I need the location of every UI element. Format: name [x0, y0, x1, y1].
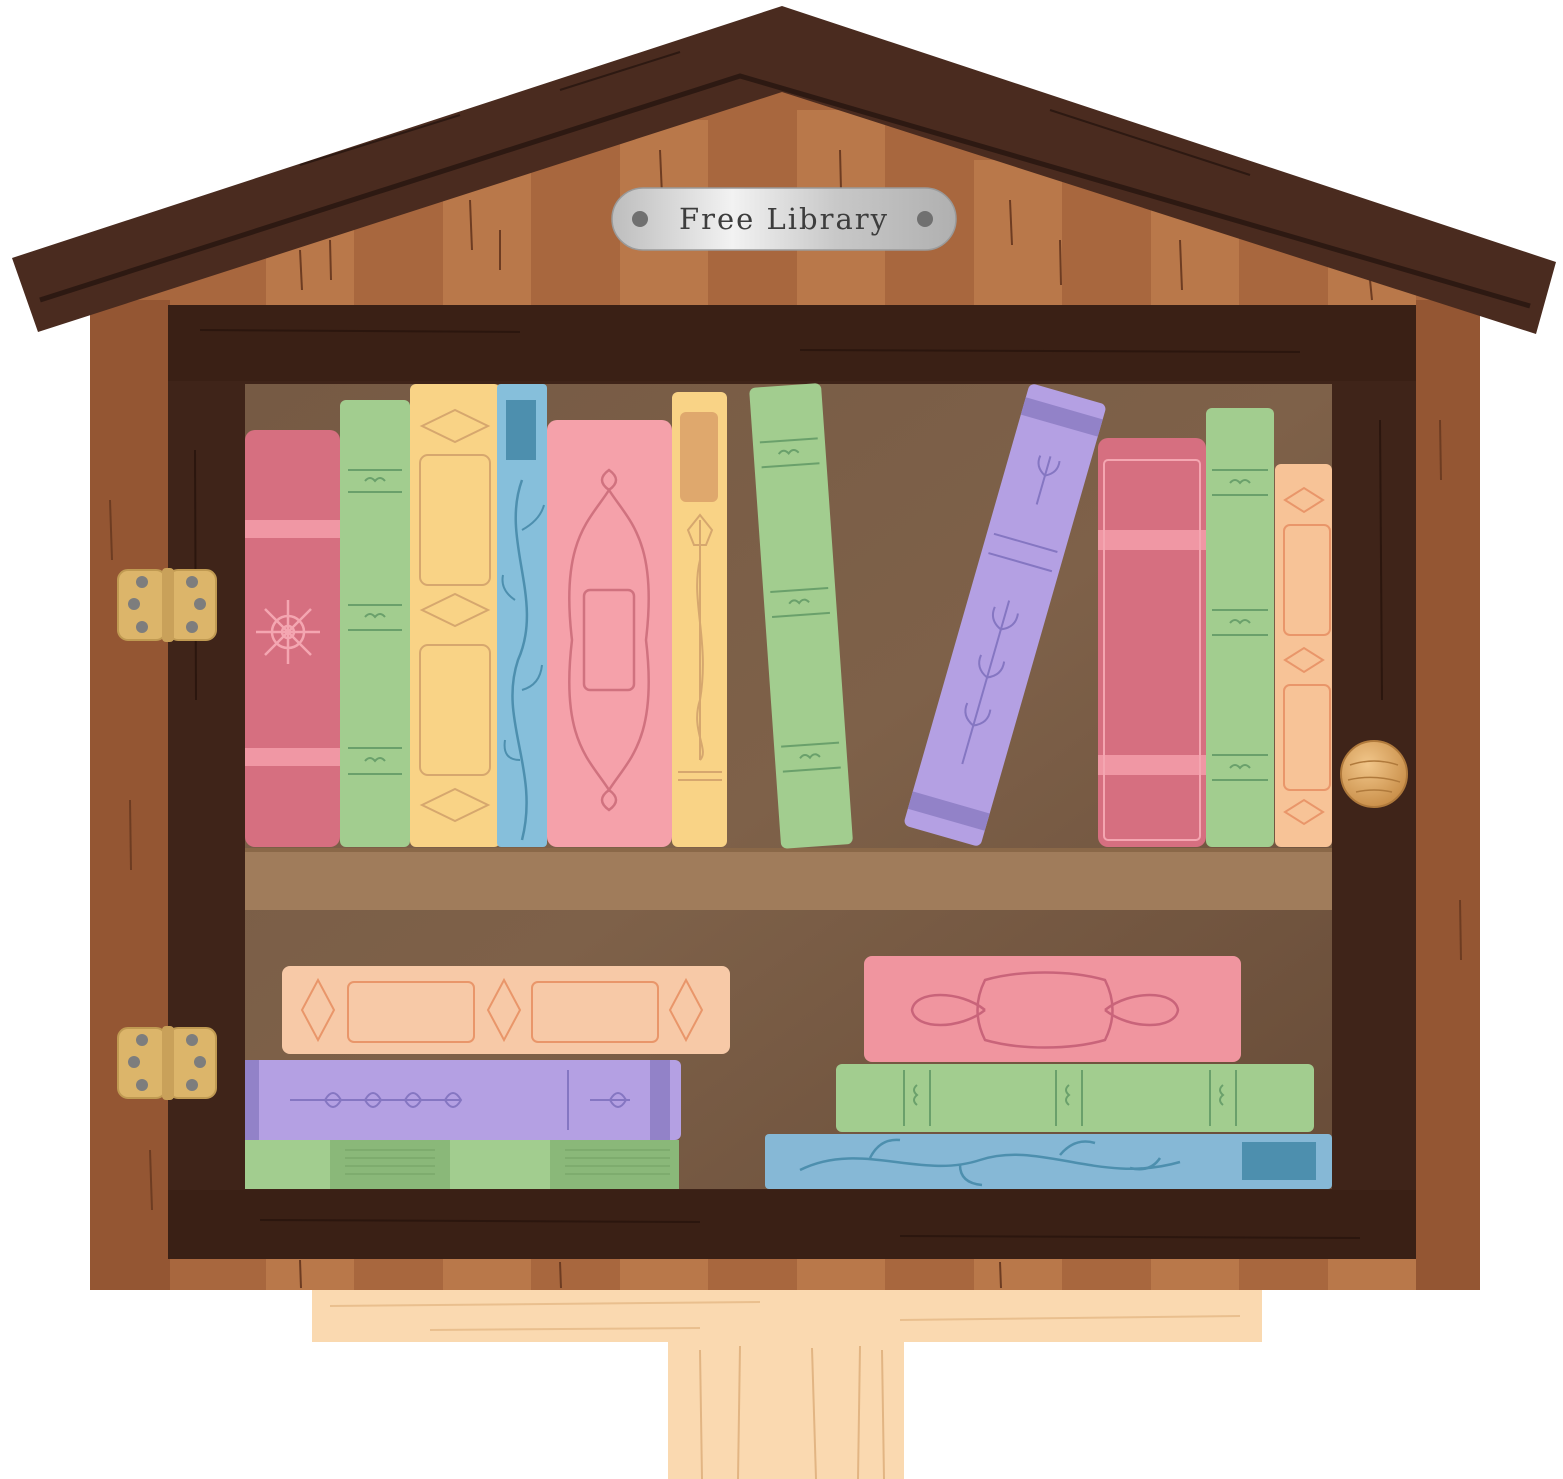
- book-green-right: [1206, 408, 1274, 847]
- hinge-bottom-icon: [117, 1026, 217, 1100]
- book-blue-flat: [765, 1134, 1332, 1189]
- book-blue-vine: [497, 384, 547, 847]
- door-knob-icon[interactable]: [1340, 740, 1408, 808]
- book-green-flat: [836, 1064, 1314, 1132]
- post-upright: [668, 1342, 904, 1479]
- hinge-top-icon: [117, 568, 217, 642]
- middle-shelf-board: [245, 848, 1332, 910]
- book-pink-flat: [864, 956, 1241, 1062]
- post-crossbar: [312, 1290, 1262, 1342]
- free-library-plaque: [611, 187, 957, 251]
- book-green: [340, 400, 410, 847]
- post: [312, 1290, 1262, 1479]
- book-yellow-thistle: [672, 392, 727, 847]
- plaque-screw-right: [917, 211, 933, 227]
- book-red-flower: [245, 430, 340, 847]
- book-peach-flat: [282, 966, 730, 1054]
- book-purple-flat: [245, 1060, 681, 1140]
- plaque-screw-left: [632, 211, 648, 227]
- book-pink-loop: [547, 420, 672, 847]
- book-peach-panels: [1275, 464, 1332, 847]
- bottom-left-book-stack: [245, 966, 730, 1189]
- top-shelf-books: [245, 383, 1332, 849]
- book-yellow-panels: [410, 384, 500, 847]
- little-free-library-illustration: [12, 6, 1556, 1479]
- book-red-bands: [1098, 438, 1206, 847]
- book-green-ribbed: [245, 1140, 679, 1189]
